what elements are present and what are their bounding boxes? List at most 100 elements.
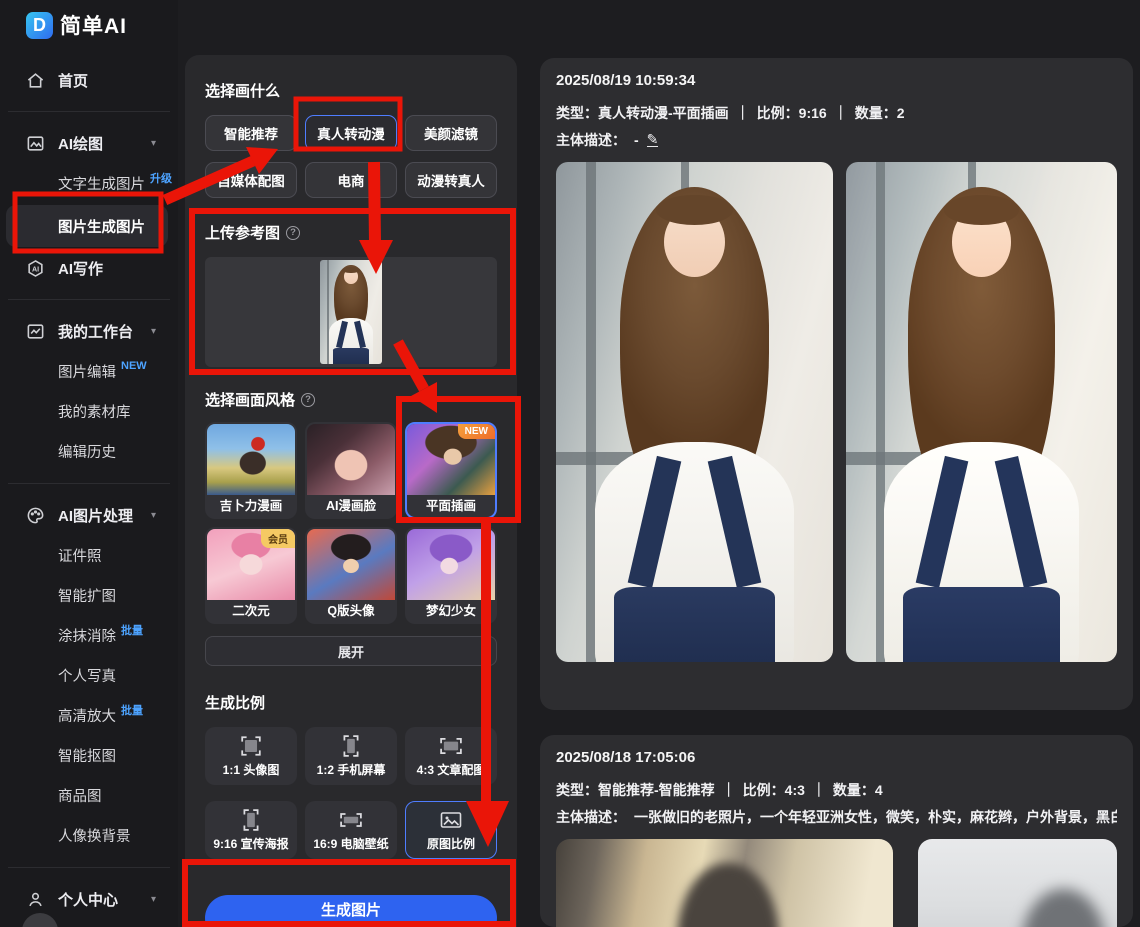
- what-button-2[interactable]: 美颜滤镜: [405, 115, 497, 151]
- chevron-down-icon[interactable]: ▾: [151, 326, 156, 337]
- generated-images-row: [556, 839, 1117, 927]
- ratio-orig-icon: [439, 809, 463, 831]
- meta-count-value: 2: [897, 105, 905, 121]
- style-label: 梦幻少女: [407, 600, 495, 624]
- art-layer: [656, 195, 734, 225]
- style-thumbnail: [307, 424, 395, 495]
- chevron-down-icon[interactable]: ▾: [151, 894, 156, 905]
- settings-panel: 选择画什么 智能推荐真人转动漫美颜滤镜自媒体配图电商动漫转真人 上传参考图 ?: [185, 55, 517, 927]
- ratio-r12-icon: [340, 735, 362, 757]
- sidebar-item-2[interactable]: AI绘图▾: [0, 124, 178, 162]
- what-title-text: 选择画什么: [205, 80, 280, 101]
- what-button-4[interactable]: 电商: [305, 162, 397, 198]
- sidebar-item-8[interactable]: 图片编辑NEW: [0, 351, 178, 391]
- sidebar-divider: [8, 111, 170, 112]
- image-icon: [26, 134, 45, 153]
- chevron-down-icon[interactable]: ▾: [151, 138, 156, 149]
- style-card-1[interactable]: AI漫画脸: [305, 422, 397, 519]
- style-card-4[interactable]: Q版头像: [305, 527, 397, 624]
- sidebar-item-label: 我的工作台: [58, 321, 133, 342]
- desc-value: 一张做旧的老照片，一个年轻亚洲女性，微笑，朴实，麻花辫，户外背景，黑白色: [634, 807, 1117, 827]
- app-logo[interactable]: D 简单AI: [26, 10, 127, 40]
- style-card-5[interactable]: 梦幻少女: [405, 527, 497, 624]
- edit-description-icon[interactable]: ✎: [647, 133, 659, 147]
- sidebar-item-4[interactable]: 图片生成图片: [6, 205, 168, 247]
- sidebar-item-19[interactable]: 商品图: [0, 775, 178, 815]
- sidebar-item-18[interactable]: 智能抠图: [0, 735, 178, 775]
- sidebar-item-9[interactable]: 我的素材库: [0, 391, 178, 431]
- sidebar-item-22[interactable]: 个人中心▾: [0, 880, 178, 918]
- chevron-down-icon[interactable]: ▾: [151, 510, 156, 521]
- generated-images-row: [556, 162, 1117, 662]
- style-card-3[interactable]: 二次元会员: [205, 527, 297, 624]
- sidebar-badge: NEW: [121, 360, 147, 372]
- sidebar-item-5[interactable]: AIAI写作: [0, 249, 178, 287]
- sidebar-item-7[interactable]: 我的工作台 ▾: [0, 312, 178, 350]
- ratio-card-5[interactable]: 原图比例: [405, 801, 497, 859]
- sidebar-item-13[interactable]: 证件照: [0, 535, 178, 575]
- sidebar-item-20[interactable]: 人像换背景: [0, 815, 178, 855]
- palette-icon: [26, 506, 45, 525]
- style-card-2[interactable]: 平面插画NEW: [405, 422, 497, 519]
- style-section: 选择画面风格 ? 吉卜力漫画AI漫画脸平面插画NEW二次元会员Q版头像梦幻少女 …: [205, 389, 497, 666]
- sidebar-item-17[interactable]: 高清放大批量: [0, 695, 178, 735]
- sidebar-divider: [8, 299, 170, 300]
- art-layer: [333, 348, 369, 364]
- sidebar: D 简单AI 首页 AI绘图▾文字生成图片升级图片生成图片 AIAI写作我的工作台 ▾…: [0, 0, 178, 927]
- sidebar-item-15[interactable]: 涂抹消除批量: [0, 615, 178, 655]
- sidebar-item-label: 个人写真: [58, 665, 116, 686]
- generate-button[interactable]: 生成图片 （消耗2积分）: [205, 895, 497, 927]
- help-icon[interactable]: ?: [301, 393, 315, 407]
- expand-button[interactable]: 展开: [205, 636, 497, 666]
- result-description: 主体描述： 一张做旧的老照片，一个年轻亚洲女性，微笑，朴实，麻花辫，户外背景，黑…: [556, 807, 1117, 827]
- result-timestamp: 2025/08/19 10:59:34: [556, 72, 1117, 89]
- ratio-card-4[interactable]: 16:9 电脑壁纸: [305, 801, 397, 859]
- uploaded-reference-image[interactable]: [320, 260, 382, 364]
- user-icon: [26, 890, 45, 909]
- art-layer: [903, 587, 1060, 662]
- sidebar-badge: 批量: [121, 622, 143, 638]
- sidebar-item-12[interactable]: AI图片处理▾: [0, 496, 178, 534]
- ratio-card-1[interactable]: 1:2 手机屏幕: [305, 727, 397, 785]
- result-description: 主体描述： - ✎: [556, 130, 1117, 150]
- meta-separator: ｜: [812, 782, 826, 798]
- style-thumbnail: [407, 529, 495, 600]
- meta-ratio-label: 比例：: [757, 105, 799, 121]
- upload-section: 上传参考图 ?: [205, 222, 497, 367]
- sidebar-item-10[interactable]: 编辑历史: [0, 431, 178, 471]
- generated-image-1[interactable]: [556, 839, 893, 927]
- generated-image-2[interactable]: [846, 162, 1117, 662]
- meta-count-value: 4: [875, 782, 883, 798]
- art-layer: [614, 587, 775, 662]
- ratio-label: 4:3 文章配图: [417, 761, 486, 778]
- meta-separator: ｜: [834, 105, 848, 121]
- generated-image-2[interactable]: [918, 839, 1117, 927]
- meta-type-value: 智能推荐-智能推荐: [598, 782, 715, 798]
- sidebar-item-label: 文字生成图片: [58, 173, 145, 194]
- sidebar-item-16[interactable]: 个人写真: [0, 655, 178, 695]
- ratio-card-0[interactable]: 1:1 头像图: [205, 727, 297, 785]
- upload-reference-box[interactable]: [205, 257, 497, 367]
- ratio-card-3[interactable]: 9:16 宣传海报: [205, 801, 297, 859]
- style-card-0[interactable]: 吉卜力漫画: [205, 422, 297, 519]
- sidebar-nav: 首页 AI绘图▾文字生成图片升级图片生成图片 AIAI写作我的工作台 ▾ 图片编辑NEW…: [0, 60, 178, 919]
- generated-image-1[interactable]: [556, 162, 833, 662]
- meta-count-label: 数量：: [855, 105, 897, 121]
- ratio-label: 1:1 头像图: [223, 761, 280, 778]
- sidebar-item-3[interactable]: 文字生成图片升级: [0, 163, 178, 203]
- what-button-1[interactable]: 真人转动漫: [305, 115, 397, 151]
- what-button-3[interactable]: 自媒体配图: [205, 162, 297, 198]
- sidebar-item-0[interactable]: 首页: [0, 61, 178, 99]
- what-button-5[interactable]: 动漫转真人: [405, 162, 497, 198]
- help-icon[interactable]: ?: [286, 226, 300, 240]
- result-meta: 类型：智能推荐-智能推荐｜比例：4:3｜数量：4: [556, 780, 1117, 800]
- upload-title-text: 上传参考图: [205, 222, 280, 243]
- desc-label: 主体描述：: [556, 807, 626, 827]
- what-button-0[interactable]: 智能推荐: [205, 115, 297, 151]
- sidebar-item-label: 图片生成图片: [58, 216, 145, 237]
- sidebar-item-label: 人像换背景: [58, 825, 131, 846]
- sidebar-item-label: 首页: [58, 70, 88, 91]
- sidebar-item-label: 证件照: [58, 545, 102, 566]
- sidebar-item-14[interactable]: 智能扩图: [0, 575, 178, 615]
- ratio-card-2[interactable]: 4:3 文章配图: [405, 727, 497, 785]
